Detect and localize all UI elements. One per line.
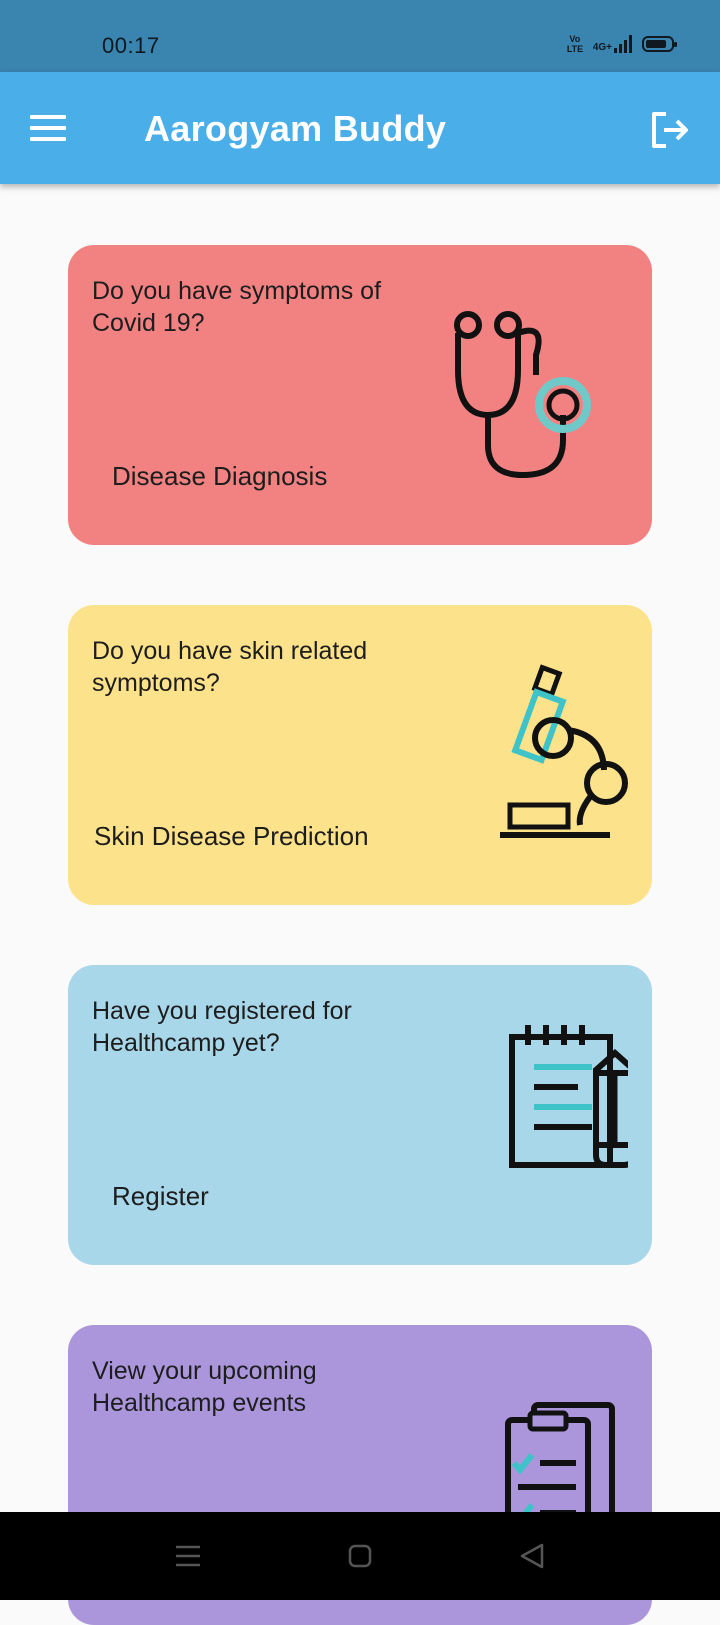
home-icon[interactable]: [336, 1532, 384, 1580]
card-question: Do you have skin related symptoms?: [92, 637, 368, 697]
card-register[interactable]: Have you registered for Healthcamp yet? …: [68, 965, 652, 1265]
card-question: View your upcoming Healthcamp events: [92, 1357, 317, 1417]
card-question: Do you have symptoms of Covid 19?: [92, 277, 382, 337]
network-type: 4G+: [592, 42, 612, 53]
register-button[interactable]: Register: [112, 1181, 209, 1212]
app-title: Aarogyam Buddy: [144, 108, 447, 149]
skin-disease-prediction-button[interactable]: Skin Disease Prediction: [94, 821, 369, 852]
card-question: Have you registered for Healthcamp yet?: [92, 997, 352, 1057]
back-icon[interactable]: [508, 1532, 556, 1580]
app-bar: Aarogyam Buddy: [0, 72, 720, 184]
card-skin-disease-prediction[interactable]: Do you have skin related symptoms? Skin …: [68, 605, 652, 905]
signal-icon: 4G+: [593, 35, 632, 53]
recents-icon[interactable]: [164, 1532, 212, 1580]
logout-icon[interactable]: [646, 106, 694, 154]
microscope-icon: [500, 664, 628, 838]
stethoscope-icon: [454, 311, 591, 479]
system-nav-bar: [0, 1512, 720, 1600]
card-disease-diagnosis[interactable]: Do you have symptoms of Covid 19? Diseas…: [68, 245, 652, 545]
disease-diagnosis-button[interactable]: Disease Diagnosis: [112, 461, 327, 492]
battery-icon: [642, 36, 677, 52]
status-bar: 00:17 Vo LTE 4G+: [0, 0, 720, 72]
hamburger-menu-icon[interactable]: [30, 106, 78, 150]
volte-line2: LTE: [566, 44, 584, 54]
notepad-pencil-icon: [509, 1025, 628, 1168]
volte-line1: Vo: [569, 34, 581, 44]
status-time: 00:17: [102, 33, 160, 58]
status-icons: Vo LTE 4G+: [567, 34, 677, 54]
volte-indicator: Vo LTE: [567, 34, 583, 54]
